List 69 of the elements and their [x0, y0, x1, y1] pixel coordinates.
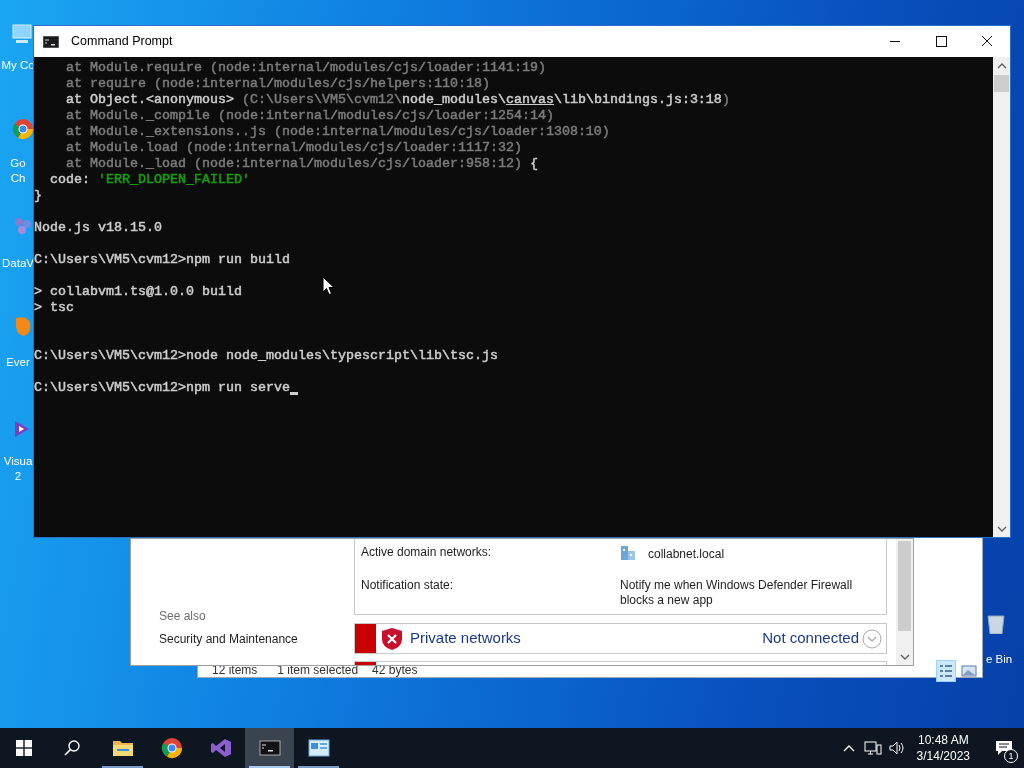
terminal-text: at Module.require (node:internal/modules/cjs/loader:1141:19)	[65, 60, 546, 75]
terminal-text: > tsc	[34, 300, 74, 315]
terminal-text: (C:\Users\VM5\cvm12\	[241, 92, 402, 107]
terminal-text: }	[34, 188, 42, 203]
desktop-icon-label: e Bin	[986, 652, 1013, 667]
scroll-down-icon[interactable]	[996, 525, 1007, 533]
terminal-text: \lib\bindings.js:3:18	[553, 92, 722, 107]
search-icon[interactable]	[64, 740, 80, 756]
network-name: Private networks	[410, 628, 521, 649]
terminal-text: at Module._load (node:internal/modules/cjs/loader:958:12)	[65, 156, 522, 171]
terminal-text: at Module._compile (node:internal/modules/cjs/loader:1254:14)	[65, 108, 554, 123]
building-icon	[620, 545, 636, 561]
scrollbar[interactable]	[993, 57, 1010, 537]
action-center-button[interactable]: 1	[984, 728, 1024, 768]
desktop-icon-label: Ch	[10, 171, 26, 186]
windows-logo-icon[interactable]	[16, 740, 32, 756]
details-view-icon[interactable]	[936, 659, 956, 682]
terminal-text: code:	[49, 172, 91, 187]
text-cursor	[289, 392, 298, 395]
console-icon	[43, 35, 59, 48]
network-icon[interactable]	[863, 740, 882, 756]
terminal-text: canvas	[505, 92, 554, 107]
detail-value: collabnet.local	[648, 547, 726, 562]
desktop-icon-label: DataV	[2, 257, 34, 271]
maximize-icon[interactable]	[935, 36, 947, 47]
scroll-thumb[interactable]	[994, 75, 1009, 92]
browser-icon[interactable]	[160, 737, 183, 759]
app-icon[interactable]	[12, 118, 34, 140]
terminal-text: at Module.load (node:internal/modules/cjs/loader:1117:32)	[65, 140, 522, 155]
show-hidden-icons[interactable]	[842, 744, 855, 752]
taskbar-app-button[interactable]	[245, 728, 294, 768]
mouse-pointer-icon	[322, 276, 335, 296]
volume-icon[interactable]	[887, 740, 906, 756]
terminal-text: at Module._extensions..js (node:internal/modules/cjs/loader:1308:10)	[65, 124, 610, 139]
terminal-text: at Object.<anonymous>	[65, 92, 235, 107]
window-icon[interactable]	[307, 737, 330, 759]
scroll-up-icon[interactable]	[996, 62, 1007, 70]
console-icon[interactable]	[258, 737, 281, 759]
close-icon[interactable]	[981, 36, 993, 47]
desktop-icon-label: Ever	[6, 355, 30, 370]
app-icon[interactable]	[209, 737, 232, 759]
terminal-text: > collabvm1.ts@1.0.0 build	[34, 284, 242, 299]
shield-error-icon	[381, 626, 403, 651]
detail-value: Notify me when Windows Defender Firewall blocks a new app	[620, 578, 854, 608]
terminal-text: )	[721, 92, 730, 107]
scroll-down-icon[interactable]	[899, 653, 910, 661]
see-also-link[interactable]: Security and Maintenance	[159, 632, 354, 646]
network-row[interactable]: Private networks Not connected	[354, 622, 887, 655]
terminal-text: 'ERR_DLOPEN_FAILED'	[98, 172, 250, 187]
terminal-text: {	[528, 156, 538, 171]
section-heading: See also	[159, 609, 207, 623]
window-title: Command Prompt	[71, 33, 173, 51]
desktop-icon-label: Go	[10, 156, 26, 171]
network-status: Not connected	[762, 628, 859, 649]
scrollbar[interactable]	[896, 539, 913, 665]
terminal-text: C:\Users\VM5\cvm12>npm run build	[34, 252, 290, 267]
computer-icon[interactable]	[12, 22, 34, 44]
detail-label: Active domain networks:	[361, 545, 493, 561]
terminal-text: C:\Users\VM5\cvm12>npm run serve	[34, 380, 290, 395]
terminal-text: at require (node:internal/modules/cjs/helpers:110:18)	[65, 76, 490, 91]
desktop-icon-label: Visua	[3, 454, 33, 469]
terminal-text: node_modules\	[401, 92, 506, 107]
desktop-icon-label: 2	[14, 469, 22, 484]
clock[interactable]: 10:48 AM 3/14/2023	[908, 728, 978, 768]
bin-icon[interactable]	[985, 612, 1007, 634]
notification-badge: 1	[1004, 749, 1018, 763]
terminal-text: C:\Users\VM5\cvm12>node node_modules\typescript\lib\tsc.js	[34, 348, 498, 363]
detail-label: Notification state:	[361, 578, 455, 594]
terminal-text: Node.js v18.15.0	[34, 220, 162, 235]
